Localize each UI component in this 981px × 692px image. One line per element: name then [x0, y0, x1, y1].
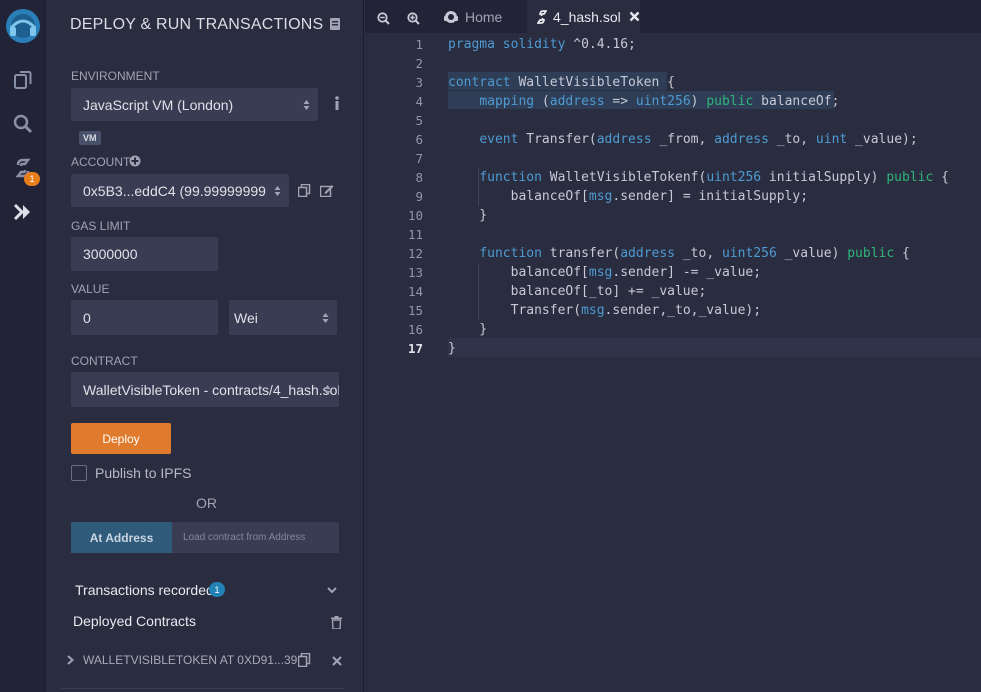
- transactions-count-badge: 1: [209, 582, 225, 597]
- line-number-gutter: 1 2 3 4 5 6 7 8 9 10 11 12 13 14 15 16 1…: [365, 33, 438, 692]
- close-tab-icon[interactable]: [629, 11, 640, 22]
- icon-sidebar: 1: [0, 0, 46, 692]
- line-number: 9: [415, 189, 423, 204]
- compiler-badge: 1: [24, 172, 40, 186]
- line-number: 16: [407, 322, 423, 337]
- line-number: 6: [415, 132, 423, 147]
- code-line: }: [448, 322, 488, 337]
- code-line: balanceOf[_to] += _value;: [448, 284, 707, 299]
- tab-label: Home: [465, 8, 503, 25]
- current-line-highlight: [448, 338, 981, 357]
- deploy-button[interactable]: Deploy: [71, 423, 171, 454]
- contract-select[interactable]: WalletVisibleToken - contracts/4_hash.so…: [71, 372, 339, 407]
- code-line: function WalletVisibleTokenf(uint256 ini…: [479, 170, 949, 185]
- environment-select[interactable]: JavaScript VM (London): [71, 88, 318, 121]
- deploy-run-panel: DEPLOY & RUN TRANSACTIONS ENVIRONMENT Ja…: [47, 0, 364, 692]
- code-line: }: [448, 341, 456, 356]
- tab-home[interactable]: Home: [433, 0, 527, 33]
- code-line: contract WalletVisibleToken {: [448, 75, 675, 90]
- transactions-recorded-label[interactable]: Transactions recorded: [75, 582, 214, 598]
- code-line: }: [448, 208, 488, 223]
- add-account-icon[interactable]: [129, 155, 141, 167]
- select-arrows-icon: [324, 384, 331, 395]
- line-number: 10: [407, 208, 423, 223]
- copy-icon[interactable]: [298, 184, 311, 197]
- line-number: 13: [407, 265, 423, 280]
- tab-label: 4_hash.sol: [553, 8, 621, 25]
- contract-label: CONTRACT: [71, 354, 138, 368]
- gas-limit-input[interactable]: 3000000: [71, 237, 218, 271]
- gas-limit-label: GAS LIMIT: [71, 219, 131, 233]
- line-number: 1: [415, 37, 423, 52]
- code-line: pragma solidity ^0.4.16;: [448, 37, 636, 52]
- line-number: 12: [407, 246, 423, 261]
- chevron-down-icon[interactable]: [327, 587, 337, 594]
- line-number: 14: [407, 284, 423, 299]
- deploy-run-icon[interactable]: [7, 196, 39, 228]
- select-arrows-icon: [274, 185, 281, 196]
- deployed-contracts-label: Deployed Contracts: [73, 613, 196, 629]
- or-label: OR: [196, 495, 217, 511]
- at-address-button[interactable]: At Address: [71, 522, 172, 553]
- code-editor: Home 4_hash.sol 1 2 3 4 5 6 7 8 9 10 11 …: [365, 0, 981, 692]
- solidity-file-icon: [537, 9, 547, 24]
- zoom-in-icon[interactable]: [407, 12, 420, 25]
- value-unit-select[interactable]: Wei: [229, 300, 337, 335]
- divider: [61, 688, 345, 689]
- line-number: 5: [415, 113, 423, 128]
- value-unit: Wei: [234, 309, 258, 326]
- edit-icon[interactable]: [320, 184, 334, 197]
- code-line: balanceOf[msg.sender] -= _value;: [448, 265, 762, 280]
- line-number: 4: [415, 94, 423, 109]
- code-line: function transfer(address _to, uint256 _…: [479, 246, 910, 261]
- publish-ipfs-label: Publish to IPFS: [95, 465, 192, 481]
- select-arrows-icon: [322, 312, 329, 323]
- code-line: mapping (address => uint256) public bala…: [479, 94, 840, 109]
- value-label: VALUE: [71, 282, 110, 296]
- load-contract-address-input[interactable]: Load contract from Address: [172, 522, 339, 553]
- search-icon[interactable]: [7, 108, 39, 140]
- file-explorer-icon[interactable]: [7, 64, 39, 96]
- line-number-current: 17: [407, 341, 423, 356]
- line-number: 2: [415, 56, 423, 71]
- zoom-out-icon[interactable]: [377, 12, 390, 25]
- code-line: balanceOf[msg.sender] = initialSupply;: [448, 189, 809, 204]
- tab-4-hash-sol[interactable]: 4_hash.sol: [527, 0, 640, 33]
- trash-icon[interactable]: [331, 616, 342, 629]
- editor-tab-bar: Home 4_hash.sol: [365, 0, 981, 33]
- value-input[interactable]: 0: [71, 300, 218, 335]
- info-icon[interactable]: [334, 96, 340, 110]
- chevron-right-icon[interactable]: [67, 655, 74, 665]
- account-value: 0x5B3...eddC4 (99.99999999: [83, 182, 266, 199]
- deployed-instance-label[interactable]: WALLETVISIBLETOKEN AT 0XD91...391: [83, 653, 304, 667]
- account-select[interactable]: 0x5B3...eddC4 (99.99999999: [71, 174, 289, 207]
- documentation-icon[interactable]: [329, 17, 341, 31]
- select-arrows-icon: [303, 99, 310, 110]
- publish-ipfs-checkbox[interactable]: [71, 465, 87, 481]
- account-label: ACCOUNT: [71, 155, 131, 169]
- home-icon: [444, 10, 458, 23]
- environment-label: ENVIRONMENT: [71, 69, 160, 83]
- line-number: 11: [407, 227, 423, 242]
- line-number: 15: [407, 303, 423, 318]
- panel-title: DEPLOY & RUN TRANSACTIONS: [70, 16, 324, 33]
- copy-address-icon[interactable]: [298, 653, 311, 667]
- remix-logo-icon[interactable]: [3, 6, 43, 46]
- line-number: 3: [415, 75, 423, 90]
- code-line: event Transfer(address _from, address _t…: [479, 132, 918, 147]
- vm-badge: VM: [79, 131, 101, 145]
- remove-instance-icon[interactable]: [332, 656, 342, 666]
- code-line: Transfer(msg.sender,_to,_value);: [448, 303, 762, 318]
- contract-value: WalletVisibleToken - contracts/4_hash.so…: [83, 381, 339, 398]
- line-number: 8: [415, 170, 423, 185]
- line-number: 7: [415, 151, 423, 166]
- environment-value: JavaScript VM (London): [83, 96, 234, 113]
